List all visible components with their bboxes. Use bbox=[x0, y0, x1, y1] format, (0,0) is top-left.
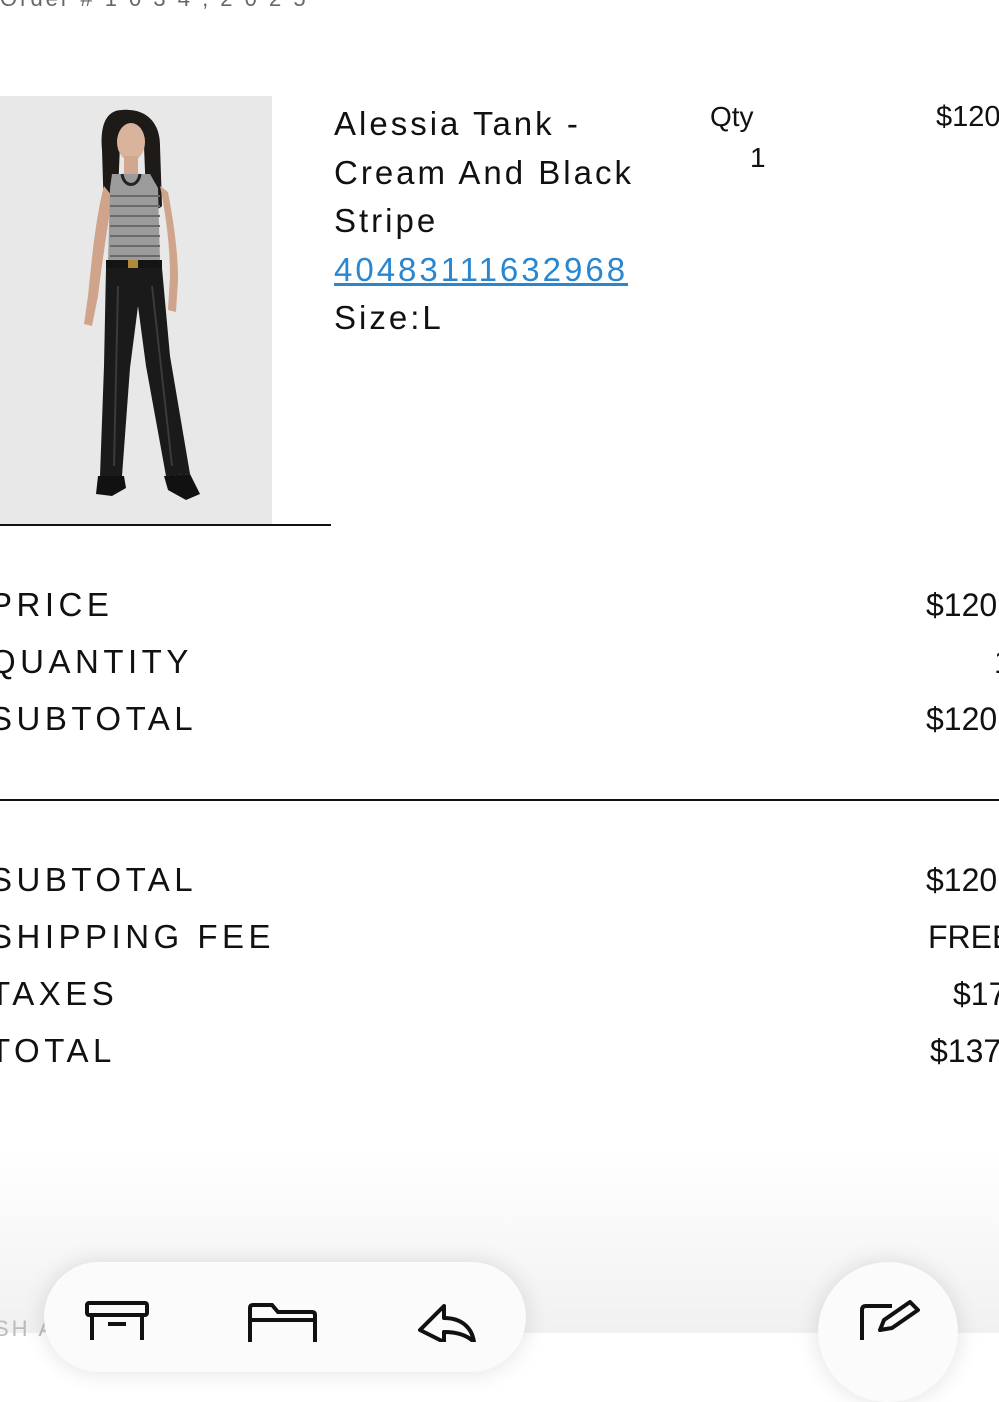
archive-icon[interactable] bbox=[84, 1300, 150, 1345]
product-sku-link[interactable]: 40483111632968 bbox=[334, 246, 684, 295]
price-label: PRICE bbox=[0, 586, 114, 623]
compose-icon bbox=[858, 1300, 922, 1345]
image-divider bbox=[0, 524, 331, 526]
total-label: TOTAL bbox=[0, 1032, 116, 1069]
qty-value: 1 bbox=[750, 142, 766, 173]
product-name: Alessia Tank - Cream And Black Stripe bbox=[334, 105, 634, 239]
section-divider bbox=[0, 799, 999, 801]
folder-icon[interactable] bbox=[246, 1302, 318, 1347]
mail-action-toolbar bbox=[44, 1262, 526, 1372]
product-size: Size:L bbox=[334, 299, 444, 336]
qty-label: Qty bbox=[710, 101, 754, 132]
quantity-label: QUANTITY bbox=[0, 643, 193, 680]
product-image[interactable] bbox=[0, 96, 272, 524]
quantity-value: 1 bbox=[994, 644, 999, 681]
reply-icon[interactable] bbox=[416, 1302, 476, 1347]
taxes-label: TAXES bbox=[0, 975, 119, 1012]
line-subtotal-value: $120 bbox=[926, 701, 998, 737]
shipping-fee-label: SHIPPING FEE bbox=[0, 918, 276, 955]
line-price: $120 bbox=[936, 101, 999, 133]
taxes-value: $17 bbox=[953, 976, 999, 1012]
subtotal-value: $120 bbox=[926, 862, 998, 898]
subtotal-label: SUBTOTAL bbox=[0, 861, 198, 898]
price-value: $120 bbox=[926, 587, 998, 623]
compose-button[interactable] bbox=[818, 1262, 958, 1402]
shipping-fee-value: FREE bbox=[928, 919, 999, 955]
product-info: Alessia Tank - Cream And Black Stripe 40… bbox=[334, 100, 694, 343]
total-value: $137 bbox=[930, 1033, 999, 1069]
line-subtotal-label: SUBTOTAL bbox=[0, 700, 198, 737]
model-photo-icon bbox=[0, 96, 272, 524]
order-header-text: Order # 1 0 3 4 , 2 0 2 5 bbox=[0, 0, 309, 12]
